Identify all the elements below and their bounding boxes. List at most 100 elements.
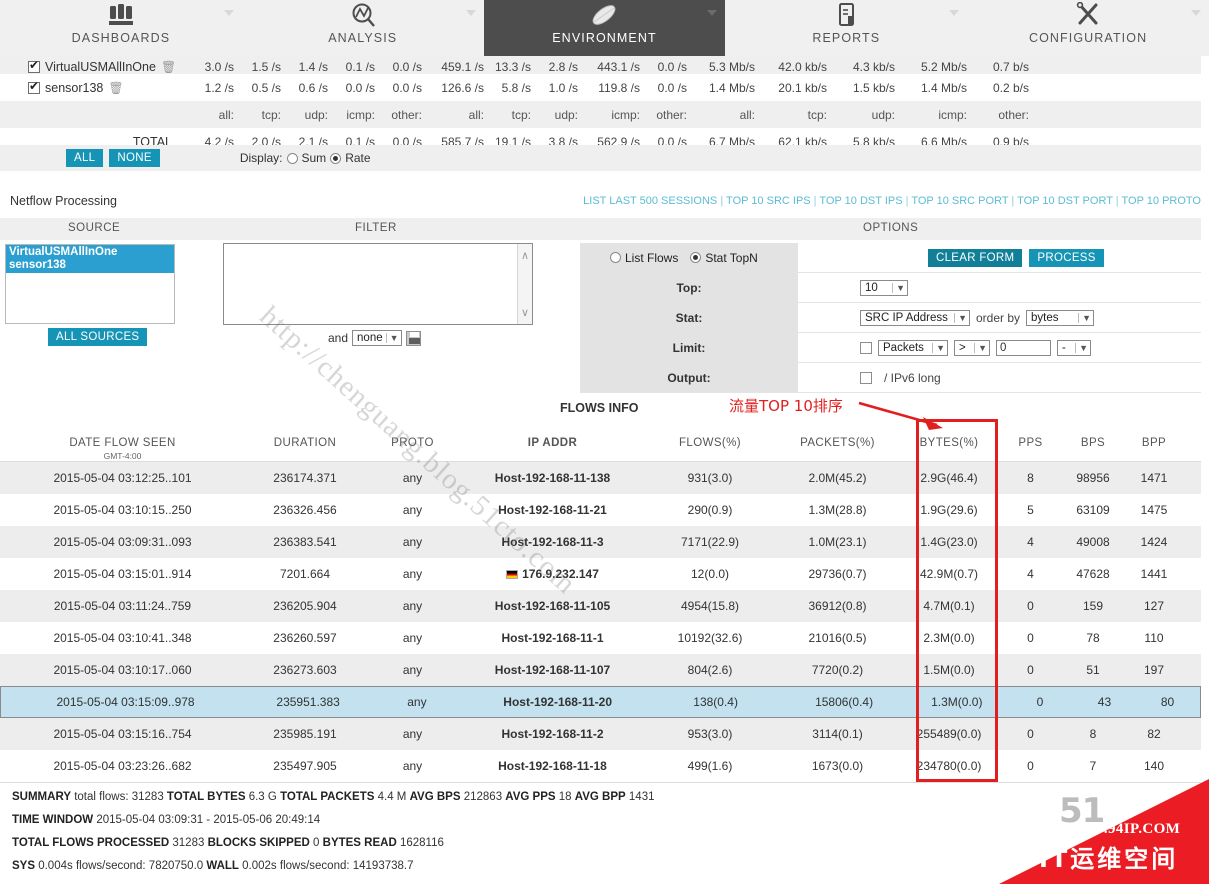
ipv6-long-checkbox[interactable] [860,371,872,384]
all-sources-button[interactable]: ALL SOURCES [48,328,148,346]
radio-stat-topn[interactable] [690,252,702,263]
source-item-sensor138[interactable]: sensor138 [9,259,171,272]
radio-sum[interactable] [286,152,298,164]
chevron-up-icon[interactable]: ∧ [521,249,529,262]
sensor-checkbox[interactable] [28,58,40,73]
nav-item-analysis[interactable]: ANALYSIS [242,0,484,56]
cell: 0.2 b/s [992,80,1029,95]
cell-bytes: 234780(0.0) [916,759,982,773]
stat-select[interactable]: SRC IP Address ▼ [860,309,970,326]
process-button[interactable]: PROCESS [1029,248,1104,267]
cell-ip: Host-192-168-11-1 [501,631,604,645]
chevron-down-icon: ▼ [892,282,905,293]
cell-bps: 43 [1097,695,1112,709]
trash-icon[interactable]: 🗑 [108,81,123,95]
time-window-value: 2015-05-04 03:09:31 - 2015-05-06 20:49:1… [96,814,321,826]
column-header-bps[interactable]: BPS [1063,428,1123,461]
avg-bps-label: AVG BPS [409,791,461,803]
radio-sum-label: Sum [301,151,327,165]
cell-pps: 0 [1027,631,1034,645]
column-header-pps[interactable]: PPS [998,428,1063,461]
table-row[interactable]: 2015-05-04 03:23:26..682 235497.905 any Hos… [0,750,1201,782]
cell-flows: 4954(15.8) [680,599,740,613]
column-header-flows[interactable]: FLOWS(%) [645,428,775,461]
sublabel: all: [739,107,755,122]
clear-form-button[interactable]: CLEAR FORM [928,248,1023,267]
table-row[interactable]: 2015-05-04 03:10:41..348 236260.597 any Hos… [0,622,1201,654]
limit-checkbox[interactable] [860,341,872,354]
select-none-button[interactable]: NONE [109,149,160,167]
limit-unit-select[interactable]: - ▼ [1057,339,1091,356]
total-bytes-value: 6.3 G [248,791,277,803]
cell-bps: 51 [1086,663,1100,677]
select-all-button[interactable]: ALL [66,149,104,167]
source-listbox[interactable]: VirtualUSMAllInOne sensor138 [5,244,175,324]
column-header-date[interactable]: DATE FLOW SEEN GMT-4:00 [0,428,245,461]
chevron-down-icon[interactable]: ∨ [521,306,529,319]
total-flows-processed-value: 31283 [172,837,205,849]
column-header-duration[interactable]: DURATION [245,428,365,461]
link-top-10-dst-port[interactable]: TOP 10 DST PORT [1017,195,1113,207]
nav-item-configuration[interactable]: CONFIGURATION [967,0,1209,56]
country-flag-icon [506,570,519,579]
cell-ip: Host-192-168-11-105 [494,599,611,613]
document-icon [826,2,866,33]
blocks-skipped-value: 0 [313,837,320,849]
cell-proto: any [402,663,423,677]
table-row[interactable]: 2015-05-04 03:15:16..754 235985.191 any Hos… [0,718,1201,750]
cell: 0.0 /s [392,80,422,95]
nav-item-reports[interactable]: REPORTS [725,0,967,56]
table-row[interactable]: 2015-05-04 03:10:15..250 236326.456 any Hos… [0,494,1201,526]
sensor-name-cell: VirtualUSMAllInOne 🗑 [0,58,190,74]
radio-rate[interactable] [330,152,342,164]
table-row[interactable]: 2015-05-04 03:15:01..914 7201.664 any 176.9… [0,558,1201,590]
table-row[interactable]: 2015-05-04 03:11:24..759 236205.904 any Hos… [0,590,1201,622]
link-top-10-src-ips[interactable]: TOP 10 SRC IPS [726,195,811,207]
chevron-down-icon: ▼ [932,342,945,353]
order-by-select[interactable]: bytes ▼ [1026,309,1095,326]
annotation-text: 流量TOP 10排序 [729,397,843,415]
column-header-bpp[interactable]: BPP [1123,428,1185,461]
sublabel: other: [998,107,1029,122]
nav-label: DASHBOARDS [71,31,171,45]
limit-metric-select[interactable]: Packets ▼ [878,339,948,356]
tools-icon [1068,1,1108,33]
link-top-10-proto[interactable]: TOP 10 PROTO [1122,195,1201,207]
link-list-last-500-sessions[interactable]: LIST LAST 500 SESSIONS [583,195,717,207]
source-item-virtualusmallinone[interactable]: VirtualUSMAllInOne [9,246,171,259]
sensor-row[interactable]: sensor138 🗑 1.2 /s 0.5 /s 0.6 /s 0.0 /s … [0,74,1201,101]
nav-item-dashboards[interactable]: DASHBOARDS [0,0,242,56]
cell-bytes: 2.9G(46.4) [920,471,978,485]
trash-icon[interactable]: 🗑 [161,60,176,74]
top-select[interactable]: 10 ▼ [860,279,908,296]
save-disk-icon[interactable] [405,330,421,346]
radio-list-flows[interactable] [610,252,621,263]
limit-threshold-input[interactable] [996,339,1051,356]
filter-scrollbar[interactable]: ∧ ∨ [517,244,532,324]
table-row[interactable]: 2015-05-04 03:15:09..978 235951.383 any Hos… [0,686,1201,718]
cell-date: 2015-05-04 03:10:17..060 [53,663,192,677]
cell-bpp: 1475 [1140,503,1168,517]
filter-textarea[interactable]: ∧ ∨ [223,243,533,325]
sublabel: tcp: [807,107,827,122]
cell-duration: 236326.456 [273,503,337,517]
cell-date: 2015-05-04 03:10:15..250 [53,503,192,517]
table-row[interactable]: 2015-05-04 03:10:17..060 236273.603 any Hos… [0,654,1201,686]
total-packets-label: TOTAL PACKETS [280,791,375,803]
cell-date: 2015-05-04 03:15:09..978 [56,695,195,709]
total-flows-processed-label: TOTAL FLOWS PROCESSED [12,837,170,849]
link-top-10-src-port[interactable]: TOP 10 SRC PORT [911,195,1008,207]
saved-filter-select[interactable]: none ▼ [352,330,402,346]
table-row[interactable]: 2015-05-04 03:12:25..101 236174.371 any Hos… [0,462,1201,494]
nav-item-environment[interactable]: ENVIRONMENT [483,0,726,56]
cell-bps: 47628 [1076,567,1110,581]
time-window-label: TIME WINDOW [12,814,94,826]
sensor-checkbox[interactable] [28,79,40,94]
source-selected-group[interactable]: VirtualUSMAllInOne sensor138 [6,245,174,273]
column-header-proto[interactable]: PROTO [365,428,460,461]
limit-operator-select[interactable]: > ▼ [954,339,990,356]
header-options: OPTIONS [863,222,919,234]
column-header-ip-addr[interactable]: IP ADDR [460,428,645,461]
link-top-10-dst-ips[interactable]: TOP 10 DST IPS [819,195,902,207]
table-row[interactable]: 2015-05-04 03:09:31..093 236383.541 any Hos… [0,526,1201,558]
